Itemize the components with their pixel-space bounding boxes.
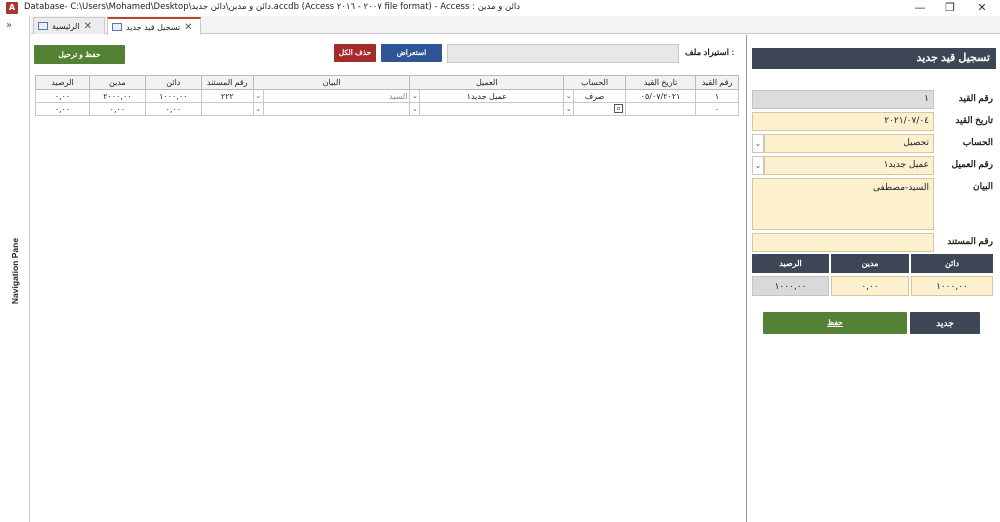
cell-entry-date[interactable] (625, 102, 696, 116)
col-entry-date[interactable]: تاريخ القيد (625, 75, 696, 90)
cell-balance[interactable]: ٠,٠٠ (35, 89, 90, 103)
debit-total: ٠,٠٠ (831, 276, 909, 296)
doc-no-field[interactable] (752, 233, 934, 252)
table-row[interactable]: ٠,٠٠ ٢٠٠٠,٠٠ ١٠٠٠,٠٠ ٢٢٢ ⌄ السيد ⌄ عميل جد… (35, 89, 739, 103)
title-bar: A Database- C:\Users\Mohamed\Desktop\دائ… (0, 0, 1000, 16)
cell-credit[interactable]: ١٠٠٠,٠٠ (144, 89, 202, 103)
cell-doc-no[interactable] (200, 102, 254, 116)
cell-statement-text: السيد (389, 91, 408, 101)
delete-all-button[interactable]: حذف الكل (334, 44, 376, 62)
chevron-down-icon[interactable]: ⌄ (752, 156, 764, 175)
col-client[interactable]: العميل (409, 75, 565, 90)
close-icon[interactable]: ✕ (967, 0, 997, 16)
cell-client[interactable]: ⌄ (409, 102, 565, 116)
document-tabs: الرئيسية ✕ تسجيل قيد جديد ✕ (31, 16, 1000, 35)
cell-client-text: عميل جديد١ (466, 91, 507, 101)
form-icon (38, 22, 48, 30)
entry-date-field[interactable]: ٢٠٢١/٠٧/٠٤ (752, 112, 934, 131)
chevron-down-icon[interactable]: ⌄ (254, 103, 264, 115)
entry-no-label: رقم القيد (958, 93, 993, 103)
cell-credit[interactable]: ٠,٠٠ (144, 102, 202, 116)
debit-header: مدين (831, 254, 909, 273)
navigation-pane[interactable]: » Navigation Pane (0, 16, 30, 522)
account-label: الحساب (962, 137, 993, 147)
col-account[interactable]: الحساب (563, 75, 627, 90)
credit-header: دائن (911, 254, 993, 273)
cell-account[interactable]: ⌄ صرف (563, 89, 627, 103)
browse-button[interactable]: استعراض (381, 44, 442, 62)
cell-statement[interactable]: ⌄ (252, 102, 411, 116)
col-credit[interactable]: دائن (144, 75, 202, 90)
import-file-path-field[interactable] (447, 44, 679, 63)
balance-total: ١٠٠٠,٠٠ (752, 276, 829, 296)
chevron-down-icon[interactable]: ⌄ (564, 103, 575, 115)
cell-client[interactable]: ⌄ عميل جديد١ (409, 89, 565, 103)
minimize-icon[interactable]: — (905, 0, 935, 16)
doc-no-label: رقم المستند (947, 236, 993, 246)
form-header-title: تسجيل قيد جديد (752, 48, 996, 69)
col-statement[interactable]: البيان (252, 75, 411, 90)
new-entry-form: تسجيل قيد جديد ١ رقم القيد ٢٠٢١/٠٧/٠٤ تا… (746, 35, 1000, 522)
chevron-down-icon[interactable]: ⌄ (410, 103, 421, 115)
cell-entry-date[interactable]: ٠٥/٠٧/٢٠٢١ (625, 89, 696, 103)
calendar-icon[interactable]: ▫ (614, 104, 624, 113)
credit-total: ١٠٠٠,٠٠ (911, 276, 993, 296)
new-button[interactable]: جديد (910, 312, 980, 334)
form-content: حفظ و ترحيل حذف الكل استعراض استيراد ملف… (31, 35, 1000, 522)
client-combo[interactable]: عميل جديد١ (764, 156, 934, 175)
restore-icon[interactable]: ❐ (935, 0, 965, 16)
tab-new-entry-label: تسجيل قيد جديد (126, 22, 181, 32)
close-tab-icon[interactable]: ✕ (84, 21, 92, 32)
client-label: رقم العميل (951, 159, 993, 169)
access-app-icon[interactable]: A (6, 2, 18, 14)
col-debit[interactable]: مدين (88, 75, 146, 90)
cell-entry-no[interactable]: ١ (695, 89, 739, 103)
cell-account-text: صرف (584, 91, 605, 101)
cell-statement[interactable]: ⌄ السيد (252, 89, 411, 103)
cell-debit[interactable]: ٢٠٠٠,٠٠ (88, 89, 146, 103)
chevron-down-icon[interactable]: ⌄ (752, 134, 764, 153)
cell-debit[interactable]: ٠,٠٠ (88, 102, 146, 116)
tab-home-label: الرئيسية (52, 21, 80, 31)
col-doc-no[interactable]: رقم المستند (200, 75, 254, 90)
form-icon (112, 23, 122, 31)
window-title: Database- C:\Users\Mohamed\Desktop\دائن … (24, 2, 521, 12)
tab-new-entry[interactable]: تسجيل قيد جديد ✕ (107, 17, 201, 35)
tab-home[interactable]: الرئيسية ✕ (33, 17, 105, 34)
chevron-down-icon[interactable]: ⌄ (254, 90, 264, 102)
import-file-label: استيراد ملف : (685, 47, 735, 57)
entries-grid[interactable]: الرصيد مدين دائن رقم المستند البيان العم… (35, 75, 739, 116)
chevron-down-icon[interactable]: ⌄ (410, 90, 421, 102)
chevron-down-icon[interactable]: ⌄ (564, 90, 575, 102)
cell-balance[interactable]: ٠,٠٠ (35, 102, 90, 116)
cell-doc-no[interactable]: ٢٢٢ (200, 89, 254, 103)
table-row[interactable]: ٠,٠٠ ٠,٠٠ ٠,٠٠ ⌄ ⌄ ⌄ ▫ ٠ (35, 102, 739, 116)
save-button[interactable]: حفظ (763, 312, 907, 334)
cell-account[interactable]: ⌄ ▫ (563, 102, 627, 116)
col-balance[interactable]: الرصيد (35, 75, 90, 90)
close-tab-icon[interactable]: ✕ (184, 22, 192, 33)
save-post-button[interactable]: حفظ و ترحيل (34, 45, 125, 64)
navigation-pane-label[interactable]: Navigation Pane (10, 226, 20, 316)
col-entry-no[interactable]: رقم القيد (695, 75, 739, 90)
account-combo[interactable]: تحصيل (764, 134, 934, 153)
entry-date-label: تاريخ القيد (955, 115, 993, 125)
nav-expand-icon[interactable]: » (6, 20, 12, 31)
balance-header: الرصيد (752, 254, 829, 273)
entry-no-field[interactable]: ١ (752, 90, 934, 109)
cell-entry-no[interactable]: ٠ (695, 102, 739, 116)
statement-field[interactable]: السيد-مصطفى (752, 178, 934, 230)
statement-label: البيان (972, 181, 993, 191)
